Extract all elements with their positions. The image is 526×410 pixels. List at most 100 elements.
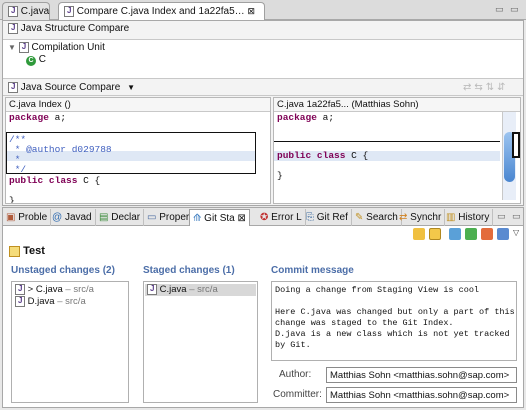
close-icon[interactable]: ⊠ [247,6,255,16]
repository-name: Test [23,245,45,257]
structure-compare-header: Java Structure Compare [3,21,134,37]
tab-label: Search [366,212,398,223]
repository-title: Test [9,245,45,257]
list-item[interactable]: > C.java – src/a [15,284,94,296]
minimize-maximize-icon[interactable]: ▭ ▭ [495,4,521,15]
synchronize-icon: ⇄ [399,212,408,223]
unstage-icon[interactable] [465,228,477,240]
git-reflog-icon: ⎘ [306,212,314,223]
tab-label: Proble [18,212,48,223]
commit-message-line: by Git. [275,340,311,350]
tree-item-label: Compilation Unit [31,42,105,54]
commit-message-line: Doing a change from Staging View is cool [275,285,480,295]
list-item[interactable]: D.java – src/a [15,296,86,308]
tab-javadoc[interactable]: @ Javad [49,209,96,226]
minimize-maximize-icon[interactable]: ▭ ▭ [497,211,523,222]
right-source-pane[interactable]: C.java 1a22fa5... (Matthias Sohn) packag… [273,97,521,204]
editor-tab-compare[interactable]: Compare C.java Index and 1a22fa5… ⊠ [58,2,265,20]
editor-tab-label: Compare C.java Index and 1a22fa5… [76,6,245,18]
java-source-icon [8,82,18,93]
file-path: – src/a [189,284,218,296]
tab-git-reflog[interactable]: ⎘ Git Ref [303,209,352,226]
java-file-icon [8,6,18,17]
tab-synchronize[interactable]: ⇄ Synchr [396,209,446,226]
error-log-icon: ✪ [260,212,269,223]
tab-history[interactable]: ▥ History [443,209,494,226]
code-line: package a; [277,112,335,123]
right-pane-title: C.java 1a22fa5... (Matthias Sohn) [274,98,520,112]
compare-toolbar-icons[interactable]: ⇄⇆⇅⇵ [463,82,509,93]
expand-arrow-icon[interactable]: ▼ [8,43,16,52]
structure-tree: ▼ Compilation Unit C C [3,39,523,79]
staged-list[interactable]: C.java – src/a [143,281,258,403]
commit-icon[interactable] [413,228,425,240]
tab-label: Declar [111,212,141,223]
compare-file-icon [64,6,74,17]
history-icon: ▥ [446,212,456,223]
chevron-down-icon[interactable]: ▼ [127,83,135,92]
code-line: public class C { [277,150,369,161]
tab-label: Git Sta [204,213,235,224]
tab-git-staging[interactable]: ⟰ Git Sta ⊠ [189,209,250,226]
file-name: > C.java [27,284,63,296]
list-item[interactable]: C.java – src/a [145,284,256,296]
code-line: } [9,195,15,204]
committer-field[interactable]: Matthias Sohn <matthias.sohn@sap.com> [326,387,517,403]
stage-icon[interactable] [449,228,461,240]
tab-properties[interactable]: ▭ Proper [144,209,194,226]
file-path: – src/a [65,284,94,296]
view-tab-bar: ▣ Proble @ Javad ▤ Declar ▭ Proper ⟰ Git… [3,208,523,226]
tab-label: Synchr [410,212,442,223]
staged-header: Staged changes (1) [143,265,235,276]
tab-label: Error L [271,212,302,223]
code-line: * @author d029788 [9,144,112,155]
repository-icon [9,245,20,257]
commit-message-line: D.java is a new class which is not yet t… [275,329,510,339]
problems-icon: ▣ [6,212,16,223]
refresh-icon[interactable] [481,228,493,240]
tree-item-label: C [38,54,47,65]
diff-marker-line [274,132,500,142]
close-icon[interactable]: ⊠ [238,213,246,224]
left-source-pane[interactable]: C.java Index () package a; /** * @author… [5,97,271,204]
class-icon: C [26,56,36,66]
java-file-modified-icon [15,284,25,295]
compare-editor: Java Structure Compare ▼ Compilation Uni… [2,20,524,206]
tab-label: Git Ref [316,212,348,223]
source-compare-title: Java Source Compare [20,82,121,94]
java-structure-icon [8,23,18,34]
tree-item-compilation-unit[interactable]: ▼ Compilation Unit [8,42,105,53]
author-field[interactable]: Matthias Sohn <matthias.sohn@sap.com> [326,367,517,383]
file-name: C.java [159,284,187,296]
file-path: – src/a [57,296,86,308]
tab-declaration[interactable]: ▤ Declar [96,209,145,226]
unstaged-header: Unstaged changes (2) [11,265,115,276]
properties-icon: ▭ [147,212,157,223]
tree-item-class-c[interactable]: C C [26,54,46,66]
commit-message-input[interactable]: Doing a change from Staging View is cool… [271,281,517,361]
editor-tab-bar: C.java Compare C.java Index and 1a22fa5…… [0,0,526,20]
declaration-icon: ▤ [99,212,109,223]
code-line: package a; [9,112,67,123]
unstaged-list[interactable]: > C.java – src/a D.java – src/a [11,281,129,403]
file-name: D.java [27,296,55,308]
overview-ruler-marker [512,132,520,158]
tab-problems[interactable]: ▣ Proble [3,209,52,226]
compilation-unit-icon [18,42,29,53]
link-with-selection-icon[interactable] [497,228,509,240]
tab-error-log[interactable]: ✪ Error L [257,209,306,226]
amend-icon[interactable] [429,228,441,240]
commit-message-line: change was staged to the Git Index. [275,318,454,328]
javadoc-icon: @ [52,212,63,223]
tab-label: History [458,212,490,223]
tab-search[interactable]: ✎ Search [352,209,402,226]
structure-compare-title: Java Structure Compare [20,23,130,35]
git-staging-icon: ⟰ [193,213,202,224]
editor-tab-c-java[interactable]: C.java [2,2,50,20]
source-compare-header: Java Source Compare ▼ ⇄⇆⇅⇵ [3,80,523,96]
code-line: */ [9,164,27,175]
view-menu-icon[interactable]: ▽ [513,228,519,237]
author-label: Author: [279,369,312,380]
tab-label: Javad [64,212,92,223]
committer-label: Committer: [273,389,322,400]
